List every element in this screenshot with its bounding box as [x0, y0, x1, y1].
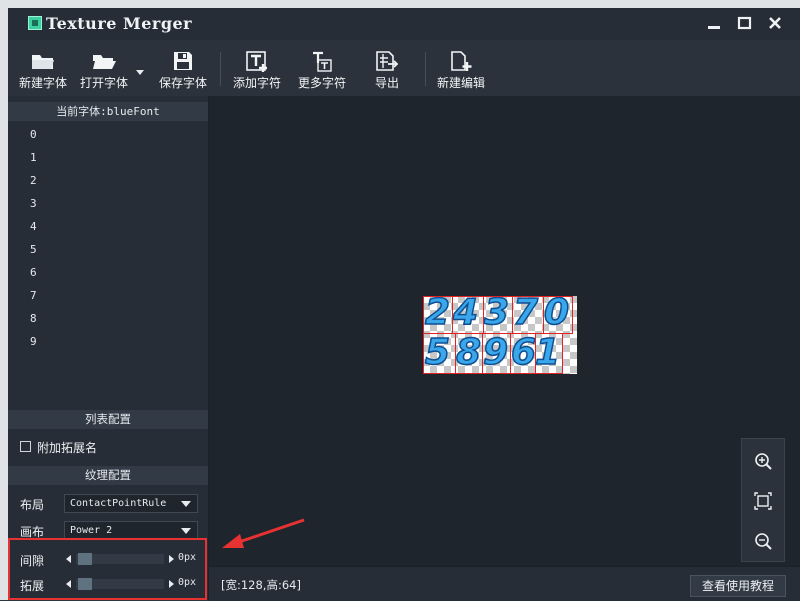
new-font-button[interactable]: 新建字体: [16, 44, 70, 92]
add-text-icon: [246, 51, 267, 72]
open-font-button[interactable]: 打开字体: [78, 44, 130, 92]
texture-canvas[interactable]: 2 4 3 7 0 5 8 9 6 1: [209, 96, 800, 566]
list-item[interactable]: 4: [30, 220, 37, 233]
more-chars-label: 更多字符: [297, 76, 346, 90]
save-icon: [174, 52, 192, 70]
list-item[interactable]: 8: [30, 312, 37, 325]
glyph-cell: [423, 296, 453, 334]
view-tutorial-button[interactable]: 查看使用教程: [690, 575, 786, 597]
export-icon: [376, 51, 399, 71]
list-item[interactable]: 6: [30, 266, 37, 279]
folder-new-icon: [32, 55, 54, 69]
new-font-label: 新建字体: [18, 76, 67, 90]
new-doc-icon: [451, 51, 472, 71]
canvas-select-value: Power 2: [70, 525, 113, 536]
texture-size-text: [宽:128,高:64]: [221, 578, 301, 592]
toolbar-separator: [220, 52, 221, 86]
export-label: 导出: [374, 76, 399, 90]
glyph-cell: [423, 333, 456, 374]
append-extension-checkbox[interactable]: [20, 441, 31, 452]
texture-config-header: 纹理配置: [8, 466, 208, 485]
glyph-cell: [483, 296, 513, 334]
more-text-icon: [313, 51, 332, 72]
chevron-down-icon: [181, 501, 191, 507]
list-item[interactable]: 0: [30, 128, 37, 141]
texture-atlas-preview: 2 4 3 7 0 5 8 9 6 1: [423, 293, 577, 374]
save-font-button[interactable]: 保存字体: [156, 44, 210, 92]
open-font-dropdown-icon[interactable]: [136, 70, 144, 75]
new-edit-label: 新建编辑: [436, 76, 485, 90]
maximize-icon[interactable]: [731, 11, 757, 37]
add-chars-button[interactable]: 添加字符: [230, 44, 284, 92]
app-logo-icon: [28, 16, 42, 30]
title-bar: Texture Merger: [8, 8, 800, 40]
annotation-highlight-box: [8, 538, 207, 600]
window-title: Texture Merger: [46, 14, 193, 33]
fit-screen-icon[interactable]: [753, 491, 773, 511]
app-window: Texture Merger 新建字体 打开字体 保存字体 添加字符 更多字符 …: [8, 8, 800, 601]
left-panel: 当前字体:blueFont 0 1 2 3 4 5 6 7 8 9 列表配置 附…: [8, 96, 209, 600]
more-chars-button[interactable]: 更多字符: [295, 44, 349, 92]
glyph-cell: [535, 333, 563, 374]
list-item[interactable]: 2: [30, 174, 37, 187]
list-item[interactable]: 7: [30, 289, 37, 302]
list-item[interactable]: 1: [30, 151, 37, 164]
new-edit-button[interactable]: 新建编辑: [434, 44, 488, 92]
folder-open-icon: [93, 55, 116, 69]
toolbar-separator: [425, 52, 426, 86]
glyph-cell: [512, 296, 544, 334]
annotation-arrow: [222, 518, 305, 548]
current-font-header: 当前字体:blueFont: [8, 102, 208, 121]
add-chars-label: 添加字符: [232, 76, 281, 90]
open-font-label: 打开字体: [79, 76, 128, 90]
desktop-background-left: [0, 0, 8, 600]
glyph-cell: [482, 333, 511, 374]
list-config-header: 列表配置: [8, 410, 208, 429]
status-bar: [宽:128,高:64] 查看使用教程: [209, 566, 800, 601]
glyph-cell: [543, 296, 573, 334]
minimize-icon[interactable]: [701, 11, 727, 37]
zoom-out-icon[interactable]: [753, 531, 773, 551]
layout-label: 布局: [20, 498, 45, 512]
glyph-cell: [455, 333, 483, 374]
list-item[interactable]: 3: [30, 197, 37, 210]
layout-select-value: ContactPointRule: [70, 498, 167, 509]
glyph-cell: [510, 333, 536, 374]
zoom-controls: [741, 438, 785, 562]
toolbar: 新建字体 打开字体 保存字体 添加字符 更多字符 导出 新建编辑: [8, 40, 800, 97]
character-list[interactable]: 0 1 2 3 4 5 6 7 8 9: [8, 121, 208, 403]
zoom-in-icon[interactable]: [753, 451, 773, 471]
append-extension-label: 附加拓展名: [37, 441, 98, 455]
glyph-cell: [452, 296, 484, 334]
save-font-label: 保存字体: [158, 76, 207, 90]
export-button[interactable]: 导出: [365, 44, 409, 92]
layout-select[interactable]: ContactPointRule: [64, 494, 198, 513]
desktop-background-top: [0, 0, 800, 8]
list-item[interactable]: 9: [30, 335, 37, 348]
chevron-down-icon: [181, 528, 191, 534]
list-item[interactable]: 5: [30, 243, 37, 256]
close-icon[interactable]: [762, 11, 788, 37]
